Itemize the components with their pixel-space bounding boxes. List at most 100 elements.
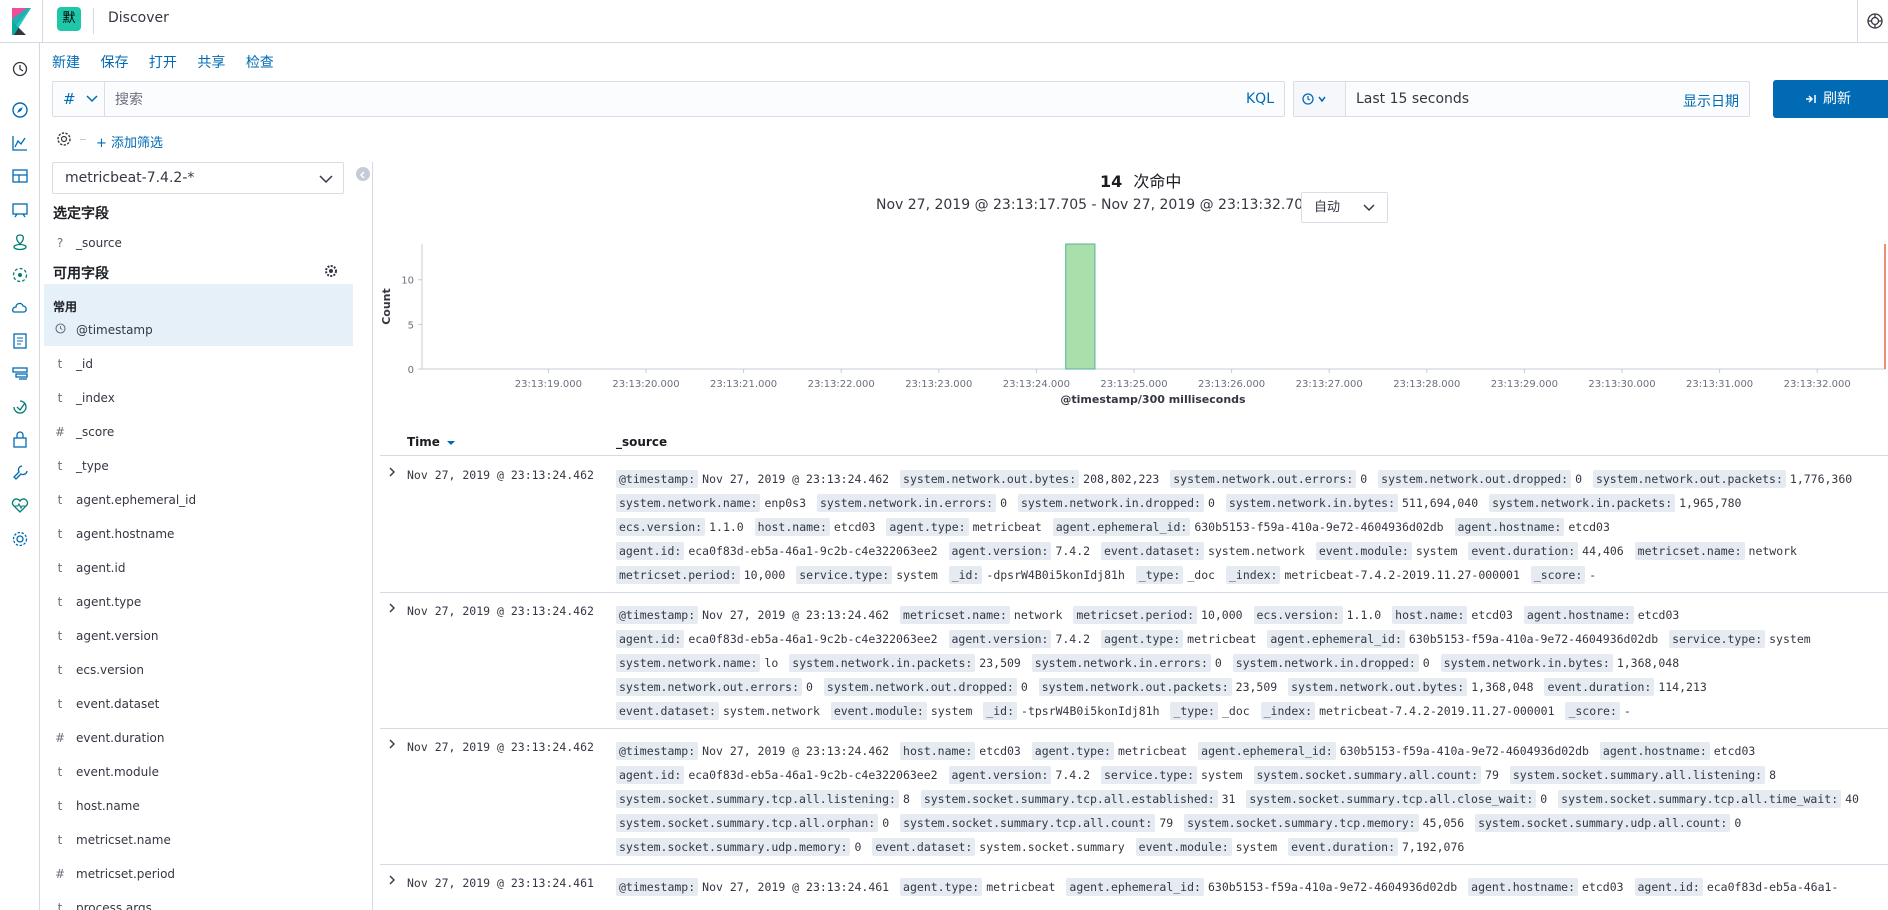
row-timestamp: Nov 27, 2019 @ 23:13:24.462	[407, 604, 594, 618]
field-item[interactable]: t process.args	[44, 894, 353, 910]
field-item[interactable]: t metricset.name	[44, 826, 353, 854]
siem-icon[interactable]	[10, 430, 30, 450]
query-language-button[interactable]: #	[53, 82, 105, 116]
field-timestamp[interactable]: @timestamp	[44, 316, 353, 344]
index-pattern-select[interactable]: metricbeat-7.4.2-*	[52, 162, 344, 194]
field-item[interactable]: t host.name	[44, 792, 353, 820]
kql-toggle-button[interactable]: KQL	[1246, 91, 1274, 107]
management-icon[interactable]	[10, 529, 30, 549]
source-field-key: event.dataset:	[616, 702, 719, 720]
source-field-value: 114,213	[1658, 680, 1707, 694]
source-field-value: 7.4.2	[1055, 544, 1091, 558]
source-field: host.name: etcd03	[1392, 606, 1513, 624]
show-dates-button[interactable]: 显示日期	[1683, 91, 1739, 111]
field-name: _source	[76, 236, 122, 250]
field-item[interactable]: t agent.ephemeral_id	[44, 486, 353, 514]
canvas-icon[interactable]	[10, 199, 30, 219]
source-field-value: 1.1.0	[709, 520, 744, 534]
field-item[interactable]: t agent.version	[44, 622, 353, 650]
source-field-key: service.type:	[1669, 630, 1766, 648]
field-name: ecs.version	[76, 663, 144, 677]
quick-menu-button[interactable]	[1294, 82, 1346, 116]
kibana-logo[interactable]	[0, 0, 43, 43]
source-field-value: Nov 27, 2019 @ 23:13:24.462	[702, 608, 890, 622]
logs-icon[interactable]	[10, 331, 30, 351]
source-field-key: agent.hostname:	[1468, 878, 1579, 896]
recently-viewed-icon[interactable]	[10, 59, 30, 79]
source-field-value: 0	[1360, 472, 1368, 486]
help-icon[interactable]	[1865, 11, 1885, 31]
index-pattern-label: metricbeat-7.4.2-*	[65, 170, 195, 186]
field-item[interactable]: t event.dataset	[44, 690, 353, 718]
source-field: agent.version: 7.4.2	[948, 766, 1090, 784]
source-field: agent.id: eca0f83d-eb5a-46a1-9c2b-c4e3220…	[616, 766, 938, 784]
open-button[interactable]: 打开	[149, 55, 177, 71]
source-field: service.type: system	[1669, 630, 1811, 648]
share-button[interactable]: 共享	[197, 55, 225, 71]
hits-count: 14 次命中	[1100, 168, 1181, 192]
discover-icon[interactable]	[10, 100, 30, 120]
refresh-button[interactable]: 刷新	[1773, 80, 1888, 118]
source-field-value: 7.4.2	[1055, 632, 1091, 646]
stack-monitoring-icon[interactable]	[10, 496, 30, 516]
source-field-value: 44,406	[1582, 544, 1624, 558]
field-item[interactable]: t agent.id	[44, 554, 353, 582]
source-field-value: 0	[1422, 656, 1430, 670]
hit-number: 14	[1100, 172, 1123, 191]
field-item[interactable]: t event.module	[44, 758, 353, 786]
string-type-icon: t	[57, 901, 63, 910]
field-item[interactable]: t agent.type	[44, 588, 353, 616]
field-name: agent.ephemeral_id	[76, 493, 197, 507]
field-filter-settings-icon[interactable]	[324, 263, 338, 277]
machine-learning-icon[interactable]	[10, 265, 30, 285]
source-field-key: system.network.in.packets:	[789, 654, 976, 672]
expand-row-button[interactable]	[384, 602, 400, 618]
field-item[interactable]: t _index	[44, 384, 353, 412]
filter-settings-icon[interactable]	[56, 131, 72, 147]
field-item[interactable]: # metricset.period	[44, 860, 353, 888]
expand-row-button[interactable]	[384, 466, 400, 482]
field-name: agent.version	[76, 629, 159, 643]
field-item[interactable]: t _type	[44, 452, 353, 480]
source-field-key: service.type:	[1101, 766, 1198, 784]
add-filter-button[interactable]: + 添加筛选	[96, 132, 163, 151]
field-item[interactable]: t ecs.version	[44, 656, 353, 684]
dashboard-icon[interactable]	[10, 166, 30, 186]
collapse-sidebar-button[interactable]	[356, 167, 370, 181]
save-button[interactable]: 保存	[100, 55, 128, 71]
time-column-header[interactable]: Time	[407, 435, 456, 449]
y-tick-label: 0	[408, 365, 414, 376]
source-field-value: 8	[902, 792, 910, 806]
infrastructure-icon[interactable]	[10, 298, 30, 318]
source-field-value: 79	[1485, 768, 1499, 782]
dev-tools-icon[interactable]	[10, 463, 30, 483]
interval-select[interactable]: 自动	[1301, 192, 1388, 223]
source-field-value: -tpsrW4B0i5konIdj81h	[1021, 704, 1160, 718]
search-input[interactable]	[115, 89, 1115, 109]
panel-divider	[372, 162, 373, 910]
string-type-icon: t	[57, 493, 63, 507]
maps-icon[interactable]	[10, 232, 30, 252]
source-field: event.duration: 114,213	[1544, 678, 1707, 696]
source-field: system.network.out.dropped: 0	[823, 678, 1028, 696]
x-tick-label: 23:13:22.000	[808, 379, 875, 390]
space-avatar[interactable]: 默	[57, 7, 81, 31]
uptime-icon[interactable]	[10, 397, 30, 417]
source-field: _type: _doc	[1170, 702, 1250, 720]
field-item[interactable]: # event.duration	[44, 724, 353, 752]
source-field-value: Nov 27, 2019 @ 23:13:24.462	[702, 472, 890, 486]
visualize-icon[interactable]	[10, 133, 30, 153]
field-item[interactable]: t _id	[44, 350, 353, 378]
source-field-value: 0	[1540, 792, 1548, 806]
field-item[interactable]: t agent.hostname	[44, 520, 353, 548]
time-range-label[interactable]: Last 15 seconds	[1356, 91, 1469, 107]
inspect-button[interactable]: 检查	[246, 55, 274, 71]
source-field-value: 31	[1221, 792, 1236, 806]
expand-row-button[interactable]	[384, 874, 400, 890]
apm-icon[interactable]	[10, 364, 30, 384]
expand-row-button[interactable]	[384, 738, 400, 754]
new-button[interactable]: 新建	[52, 55, 80, 71]
source-field-value: 1,368,048	[1471, 680, 1534, 694]
field-item[interactable]: # _score	[44, 418, 353, 446]
selected-field-source[interactable]: ? _source	[44, 229, 353, 257]
